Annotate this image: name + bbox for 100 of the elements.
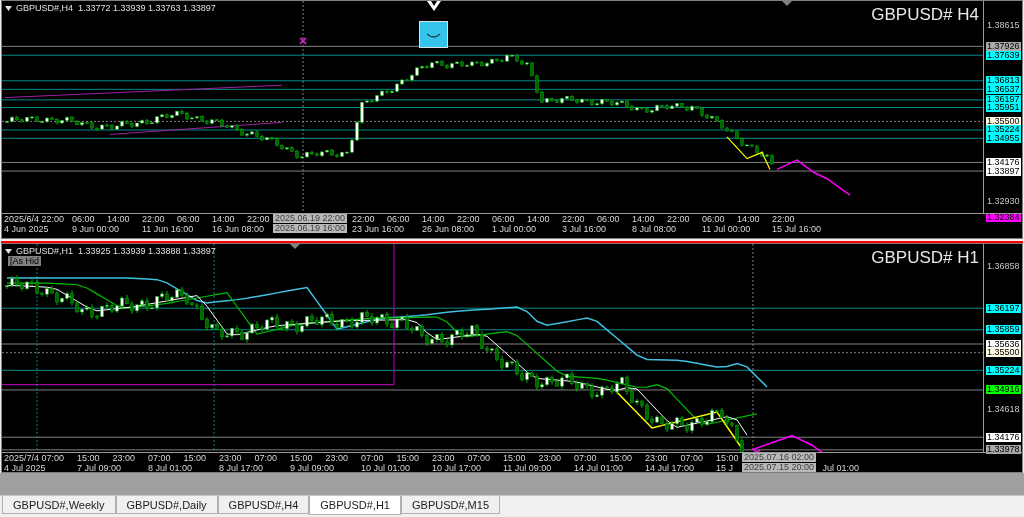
price-tag: 1.35951 bbox=[986, 102, 1021, 112]
date-label: 14 Jul 01:00 bbox=[574, 463, 624, 473]
date-label: 7 Jul 09:00 bbox=[77, 463, 122, 473]
triangle-icon[interactable] bbox=[5, 248, 12, 254]
cross-marker-icon bbox=[299, 36, 307, 45]
price-tag: 1.34176 bbox=[986, 157, 1021, 167]
label-tag: [As Hid bbox=[8, 256, 41, 266]
date-label: 15 J bbox=[716, 463, 733, 473]
time-label: 15:00 bbox=[716, 453, 739, 463]
time-label: 14:00 bbox=[632, 214, 655, 224]
price-tick-label: 1.34618 bbox=[986, 404, 1021, 414]
time-label: 22:00 bbox=[247, 214, 270, 224]
chart-header: GBPUSD#,H1 1.33925 1.33939 1.33888 1.33897 bbox=[16, 246, 216, 256]
price-tag: 1.33978 bbox=[986, 445, 1021, 455]
chart-tab[interactable]: GBPUSD#,H1 bbox=[309, 496, 401, 515]
crosshair-time-label: 2025.06.19 16:00 bbox=[273, 224, 348, 233]
time-label: 07:00 bbox=[574, 453, 597, 463]
price-tag: 1.35224 bbox=[986, 365, 1021, 375]
time-label: 06:00 bbox=[597, 214, 620, 224]
date-label: 15 Jul 16:00 bbox=[772, 224, 822, 234]
date-label: 10 Jul 17:00 bbox=[432, 463, 482, 473]
time-label: 07:00 bbox=[680, 453, 704, 463]
date-label: 23 Jun 16:00 bbox=[352, 224, 405, 234]
price-tag: 1.37926 bbox=[986, 41, 1021, 51]
time-label: 07:00 bbox=[467, 453, 491, 463]
date-label: 11 Jun 16:00 bbox=[142, 224, 194, 234]
date-label: 1 Jul 00:00 bbox=[492, 224, 537, 234]
date-label: 8 Jul 08:00 bbox=[632, 224, 677, 234]
time-label: 06:00 bbox=[177, 214, 200, 224]
price-tag: 1.32384 bbox=[986, 213, 1021, 223]
time-label: 07:00 bbox=[361, 453, 384, 463]
date-label: 26 Jun 08:00 bbox=[422, 224, 475, 234]
price-tag: 1.35224 bbox=[986, 125, 1021, 135]
date-label: 11 Jul 09:00 bbox=[503, 463, 552, 473]
time-label: 22:00 bbox=[352, 214, 375, 224]
chart-tab[interactable]: GBPUSD#,H4 bbox=[217, 496, 310, 514]
chart-title: GBPUSD# H1 bbox=[871, 248, 979, 268]
crosshair-time-label: 2025.06.19 22:00 bbox=[273, 214, 348, 223]
date-label: 10 Jul 01:00 bbox=[361, 463, 411, 473]
date-label: 4 Jun 2025 bbox=[4, 224, 49, 234]
price-tag: 1.37639 bbox=[986, 50, 1021, 60]
date-label: 8 Jul 17:00 bbox=[219, 463, 264, 473]
price-tick-label: 1.36858 bbox=[986, 261, 1021, 271]
time-label: 06:00 bbox=[387, 214, 410, 224]
time-label: 23:00 bbox=[112, 453, 136, 463]
price-tag: 1.35500 bbox=[986, 348, 1021, 358]
price-tick-label: 1.38615 bbox=[986, 20, 1021, 30]
smile-icon bbox=[419, 21, 448, 48]
chart-header: GBPUSD#,H4 1.33772 1.33939 1.33763 1.33897 bbox=[16, 3, 216, 13]
price-tag: 1.36537 bbox=[986, 84, 1021, 94]
time-label: 15:00 bbox=[77, 453, 100, 463]
date-label: 3 Jul 16:00 bbox=[562, 224, 607, 234]
price-tick-label: 1.32930 bbox=[986, 196, 1021, 206]
price-tag: 1.35859 bbox=[986, 325, 1021, 335]
time-label: 14:00 bbox=[107, 214, 130, 224]
date-label: Jul 01:00 bbox=[822, 463, 860, 473]
time-label: 22:00 bbox=[772, 214, 795, 224]
time-label: 22:00 bbox=[667, 214, 690, 224]
time-label: 06:00 bbox=[702, 214, 725, 224]
time-label: 14:00 bbox=[422, 214, 445, 224]
crosshair-time-label: 2025.07.15 20:00 bbox=[742, 463, 817, 472]
time-label: 23:00 bbox=[325, 453, 349, 463]
time-label: 23:00 bbox=[538, 453, 562, 463]
chart-tab[interactable]: GBPUSD#,Weekly bbox=[2, 496, 116, 514]
date-label: 14 Jul 17:00 bbox=[645, 463, 695, 473]
price-tag: 1.34955 bbox=[986, 133, 1021, 143]
price-tag: 1.36813 bbox=[986, 76, 1021, 86]
chart-tab[interactable]: GBPUSD#,Daily bbox=[115, 496, 218, 514]
time-label: 22:00 bbox=[457, 214, 480, 224]
time-label: 14:00 bbox=[737, 214, 760, 224]
triangle-icon[interactable] bbox=[5, 5, 12, 11]
time-label: 15:00 bbox=[396, 453, 420, 463]
date-label: 4 Jul 2025 bbox=[4, 463, 46, 473]
price-tag: 1.33897 bbox=[986, 166, 1021, 176]
date-label: 16 Jun 08:00 bbox=[212, 224, 265, 234]
price-tag: 1.34916 bbox=[986, 385, 1021, 395]
crosshair-time-label: 2025.07.16 02:00 bbox=[742, 453, 817, 462]
price-tag: 1.35500 bbox=[986, 116, 1021, 126]
time-label: 06:00 bbox=[492, 214, 515, 224]
time-label: 15:00 bbox=[290, 453, 313, 463]
cross-marker-icon bbox=[753, 448, 761, 452]
time-label: 14:00 bbox=[527, 214, 550, 224]
price-tag: 1.34176 bbox=[986, 432, 1021, 442]
date-label: 11 Jul 00:00 bbox=[702, 224, 751, 234]
time-label: 07:00 bbox=[254, 453, 278, 463]
date-label: 9 Jul 09:00 bbox=[290, 463, 335, 473]
time-label: 23:00 bbox=[432, 453, 455, 463]
time-label: 14:00 bbox=[212, 214, 235, 224]
time-label: 2025/7/4 07:00 bbox=[4, 453, 65, 463]
time-label: 23:00 bbox=[645, 453, 668, 463]
chart-title: GBPUSD# H4 bbox=[871, 5, 979, 25]
price-tag: 1.36197 bbox=[986, 303, 1021, 313]
time-label: 15:00 bbox=[183, 453, 207, 463]
zigzag-line bbox=[726, 136, 771, 170]
time-label: 07:00 bbox=[148, 453, 171, 463]
date-label: 9 Jun 00:00 bbox=[72, 224, 120, 234]
time-label: 15:00 bbox=[503, 453, 526, 463]
time-label: 22:00 bbox=[562, 214, 585, 224]
chart-tab[interactable]: GBPUSD#,M15 bbox=[401, 496, 500, 514]
time-label: 06:00 bbox=[72, 214, 95, 224]
